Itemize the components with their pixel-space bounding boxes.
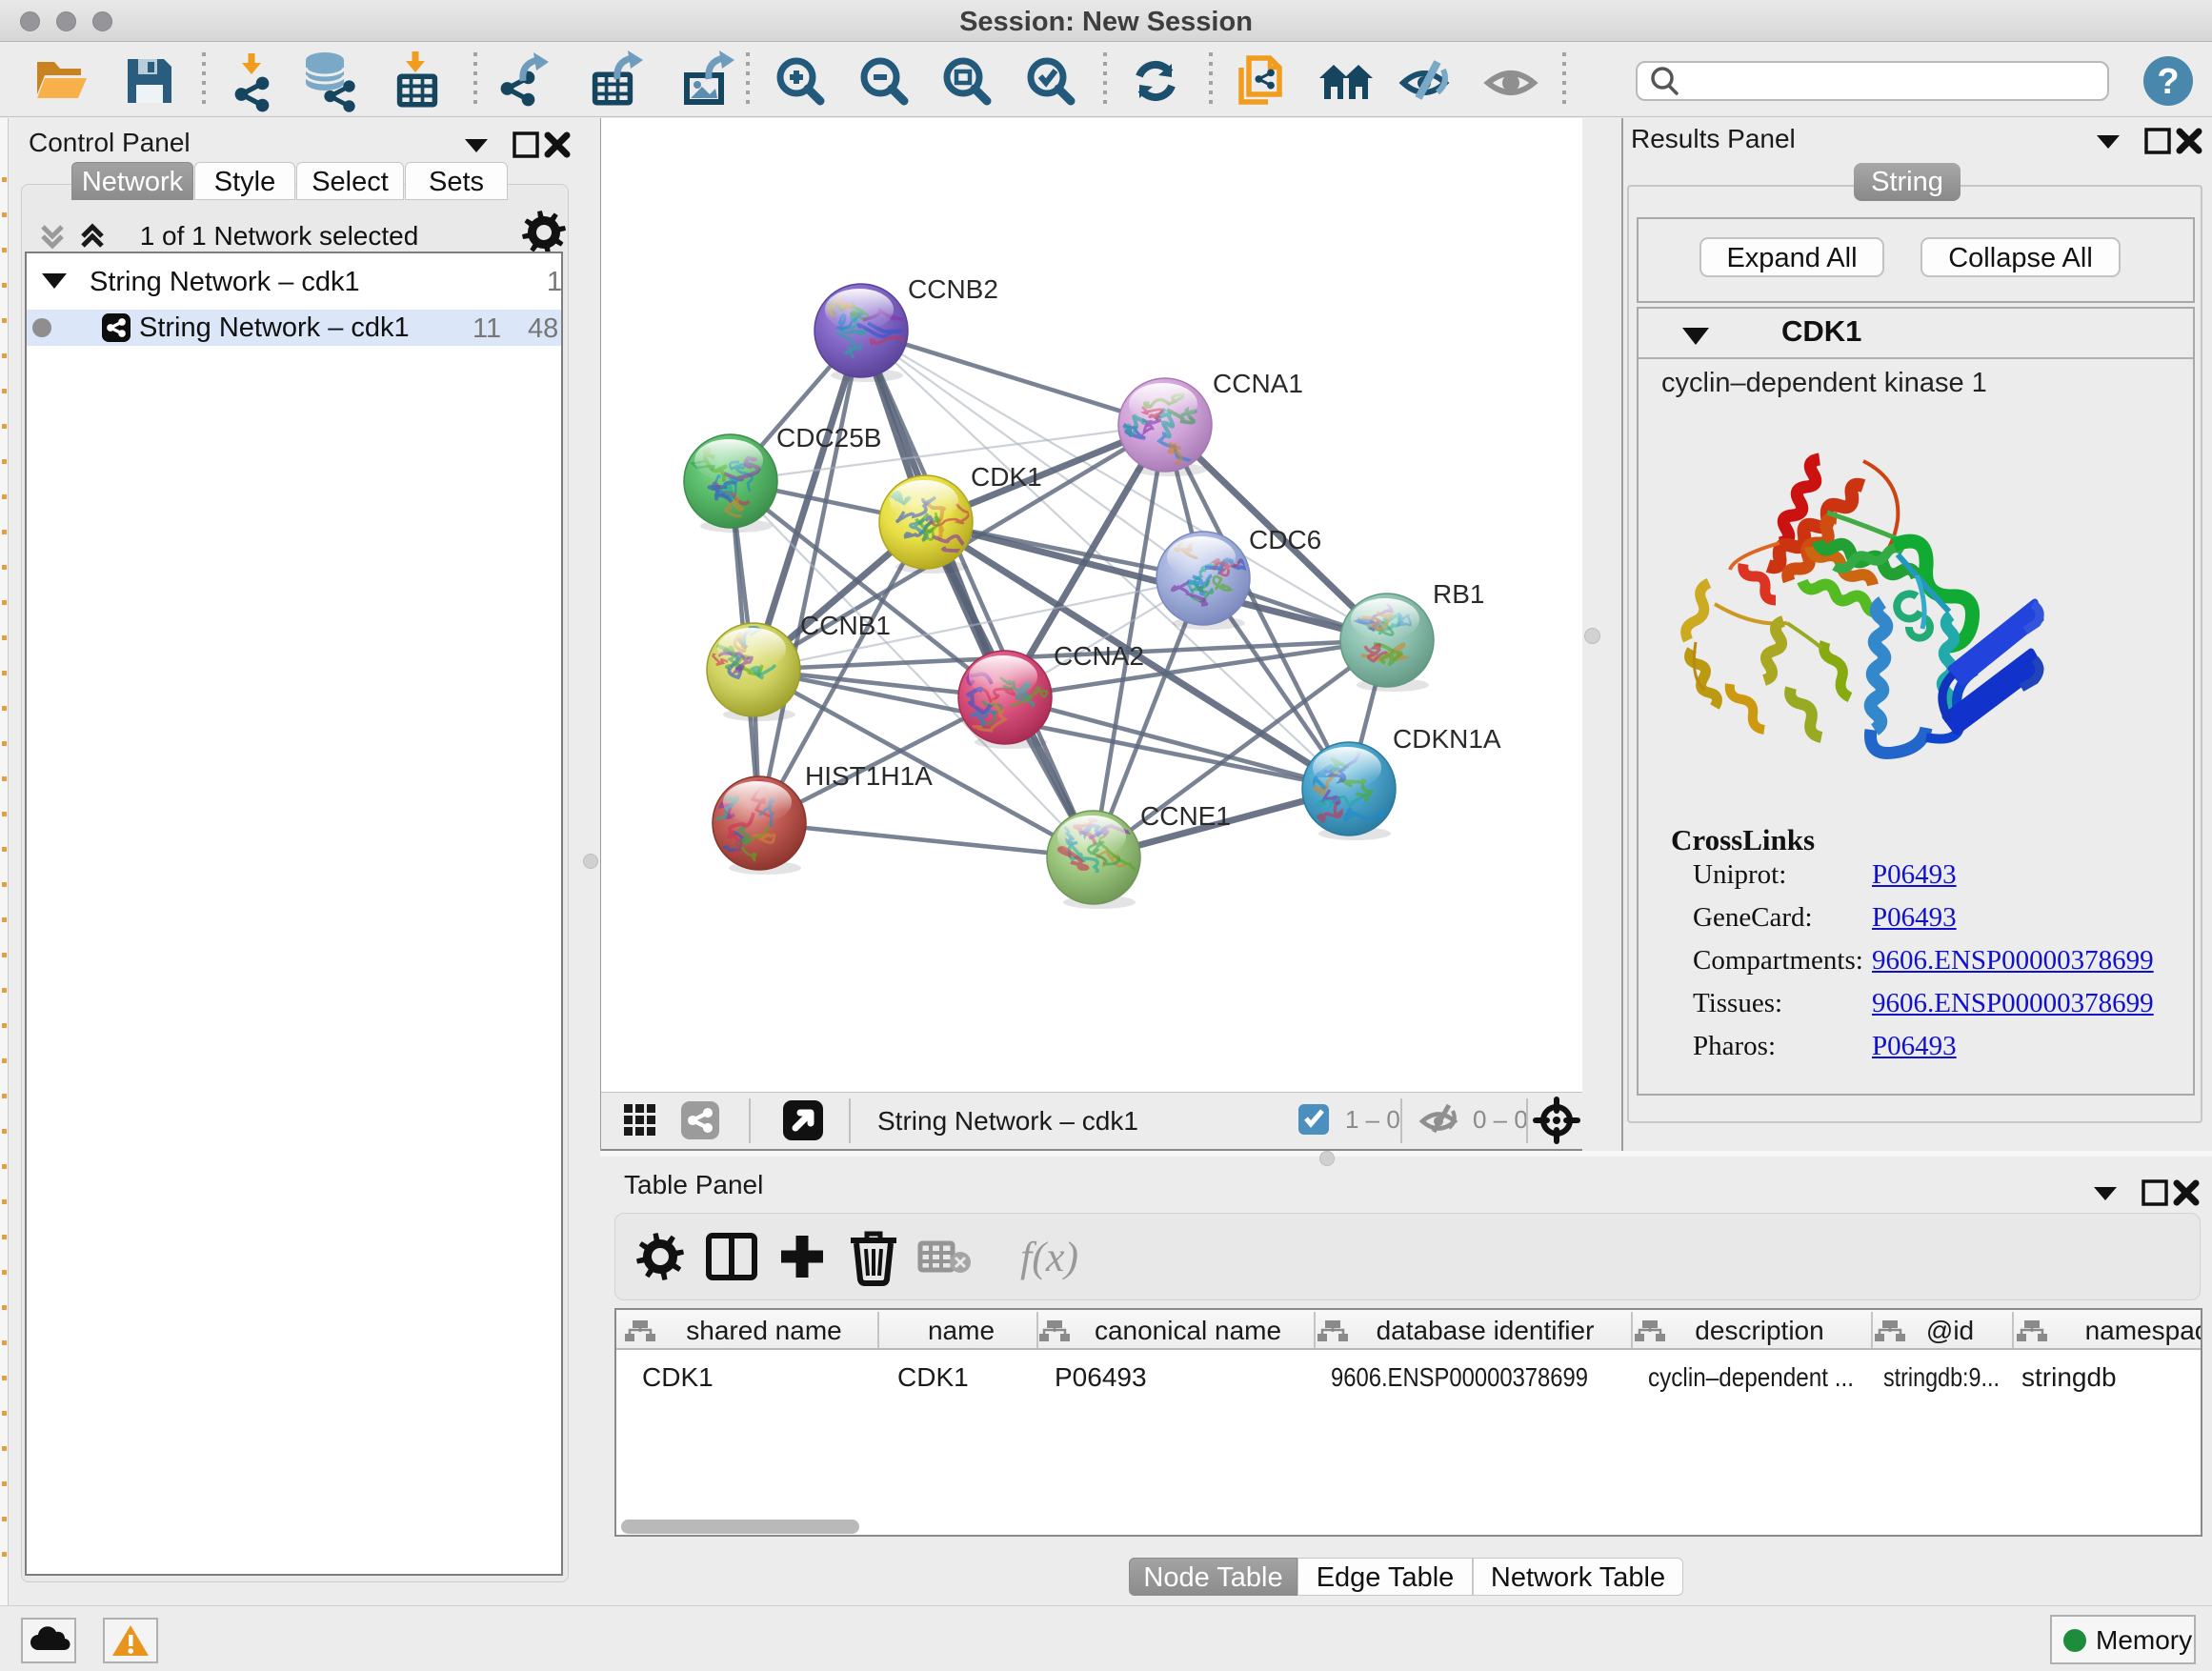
svg-text:CDKN1A: CDKN1A [1393,724,1501,754]
svg-text:CDC6: CDC6 [1249,525,1321,554]
svg-text:CCNA2: CCNA2 [1054,641,1144,671]
svg-text:P06493: P06493 [1055,1362,1147,1392]
svg-text:CDK1: CDK1 [642,1362,714,1392]
svg-text:CDK1: CDK1 [971,462,1042,492]
svg-text:?: ? [2157,62,2179,102]
svg-text:database identifier: database identifier [1377,1316,1595,1345]
svg-text:CDK1: CDK1 [897,1362,969,1392]
svg-text:cyclin–dependent ...: cyclin–dependent ... [1648,1362,1854,1392]
svg-text:CDC25B: CDC25B [776,423,881,453]
svg-text:9606.ENSP00000378699: 9606.ENSP00000378699 [1331,1362,1588,1392]
svg-text:f(x): f(x) [1020,1234,1078,1280]
svg-text:CCNE1: CCNE1 [1140,801,1231,831]
svg-text:CCNB1: CCNB1 [800,611,891,640]
svg-text:@id: @id [1926,1316,1974,1345]
svg-text:String Network – cdk1: String Network – cdk1 [877,1106,1138,1136]
svg-text:1 – 0: 1 – 0 [1345,1105,1400,1134]
svg-text:name: name [928,1316,995,1345]
svg-text:description: description [1695,1316,1823,1345]
svg-text:HIST1H1A: HIST1H1A [805,761,933,791]
svg-text:stringdb:9...: stringdb:9... [1883,1362,2000,1392]
svg-text:CCNA1: CCNA1 [1213,369,1303,398]
svg-text:shared name: shared name [686,1316,841,1345]
svg-text:namespace: namespace [2085,1316,2201,1345]
svg-text:CCNB2: CCNB2 [908,274,998,304]
svg-text:RB1: RB1 [1433,579,1484,609]
svg-text:stringdb: stringdb [2021,1362,2117,1392]
svg-text:canonical name: canonical name [1095,1316,1281,1345]
svg-text:0 – 0: 0 – 0 [1473,1105,1528,1134]
